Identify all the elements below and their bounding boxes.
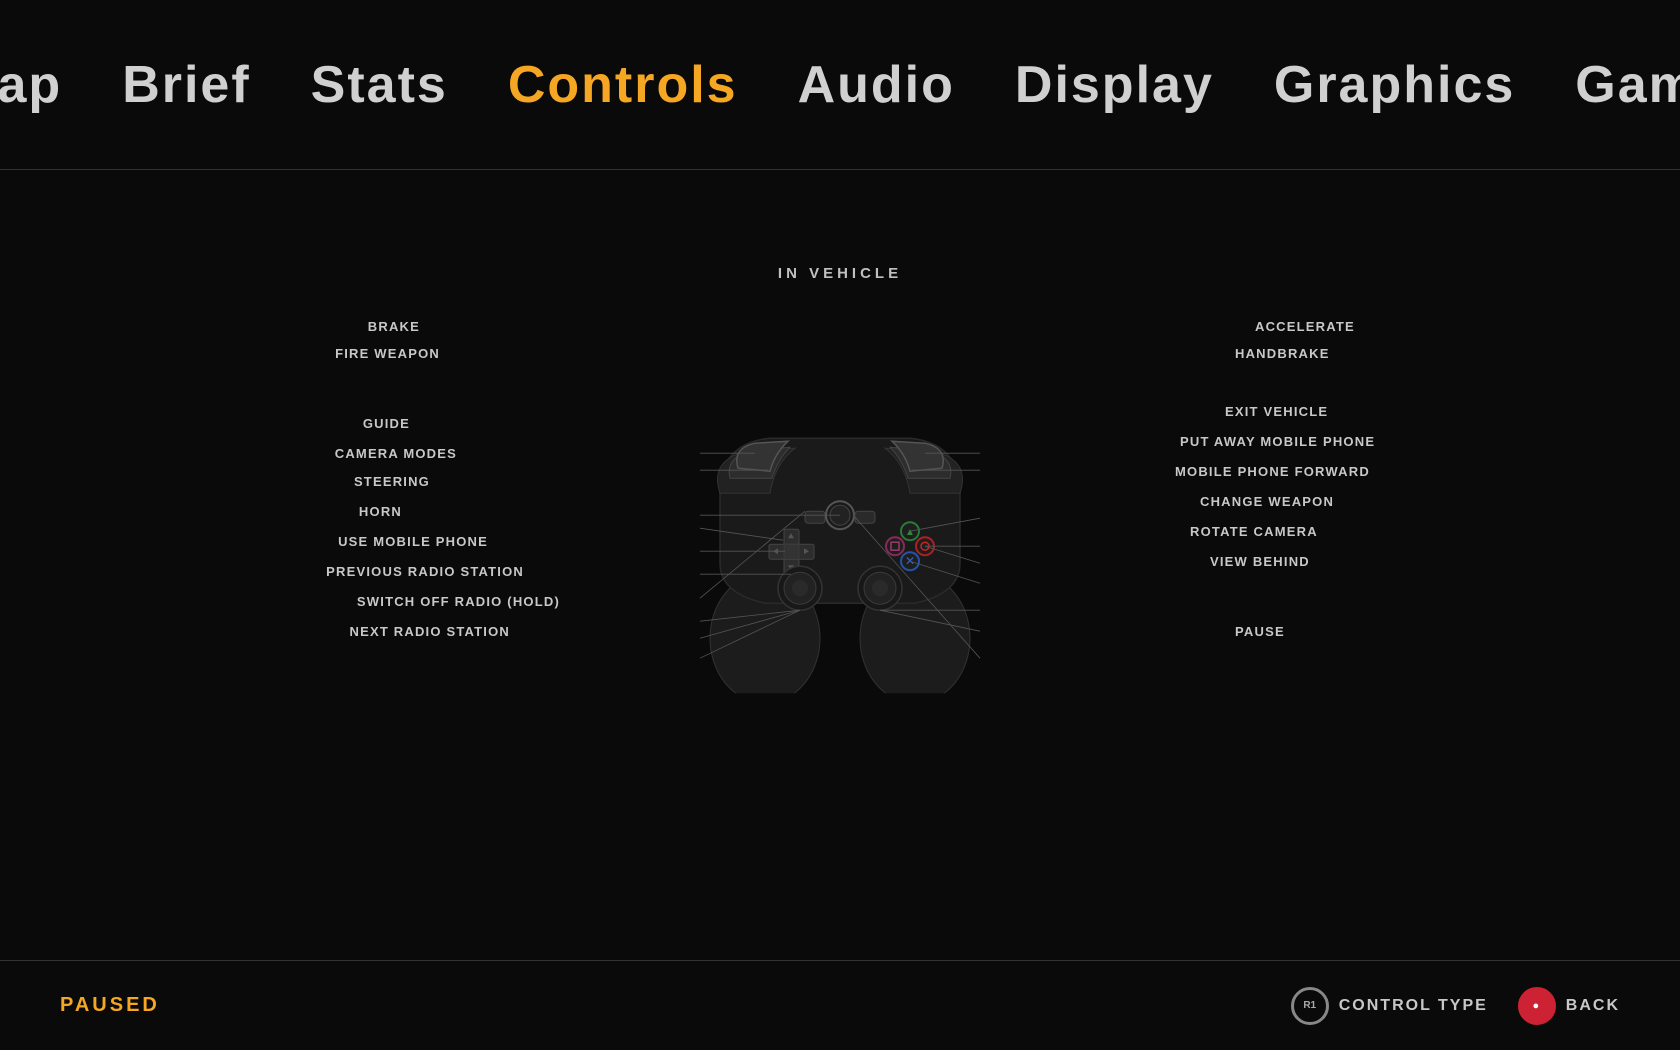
label-switch-off: SWITCH OFF RADIO (HOLD) xyxy=(357,593,560,611)
footer: PAUSED R1 CONTROL TYPE ● BACK xyxy=(0,960,1680,1050)
label-handbrake: HANDBRAKE xyxy=(1235,345,1330,363)
control-type-label: CONTROL TYPE xyxy=(1339,997,1488,1015)
label-mobile-fwd: MOBILE PHONE FORWARD xyxy=(1175,463,1370,481)
nav-graphics[interactable]: Graphics xyxy=(1274,55,1515,115)
label-fire-weapon: FIRE WEAPON xyxy=(335,345,440,363)
label-guide: GUIDE xyxy=(363,415,410,433)
nav-display[interactable]: Display xyxy=(1015,55,1214,115)
main-content: IN VEHICLE xyxy=(0,170,1680,860)
in-vehicle-title: IN VEHICLE xyxy=(778,265,902,282)
nav-bar: Map Brief Stats Controls Audio Display G… xyxy=(0,0,1680,170)
label-exit-vehicle: EXIT VEHICLE xyxy=(1225,403,1328,421)
nav-controls[interactable]: Controls xyxy=(508,55,738,115)
nav-stats[interactable]: Stats xyxy=(311,55,448,115)
nav-audio[interactable]: Audio xyxy=(798,55,955,115)
control-type-btn[interactable]: R1 CONTROL TYPE xyxy=(1291,987,1488,1025)
circle-icon: ● xyxy=(1518,987,1556,1025)
label-rotate-camera: ROTATE CAMERA xyxy=(1190,523,1318,541)
label-prev-radio: PREVIOUS RADIO STATION xyxy=(326,563,524,581)
r1-icon: R1 xyxy=(1291,987,1329,1025)
label-steering: STEERING xyxy=(354,473,430,491)
back-btn[interactable]: ● BACK xyxy=(1518,987,1620,1025)
label-pause: PAUSE xyxy=(1235,623,1285,641)
label-use-mobile: USE MOBILE PHONE xyxy=(338,533,488,551)
left-labels: BRAKE FIRE WEAPON GUIDE CAMERA MODES STE… xyxy=(290,255,710,775)
label-brake: BRAKE xyxy=(368,318,420,336)
footer-controls: R1 CONTROL TYPE ● BACK xyxy=(1291,987,1620,1025)
right-labels: ACCELERATE HANDBRAKE EXIT VEHICLE PUT AW… xyxy=(970,255,1390,775)
label-accelerate: ACCELERATE xyxy=(1255,318,1355,336)
nav-brief[interactable]: Brief xyxy=(122,55,250,115)
svg-text:▲: ▲ xyxy=(905,527,915,538)
label-camera-modes: CAMERA MODES xyxy=(335,445,457,463)
back-label: BACK xyxy=(1566,997,1620,1015)
label-view-behind: VIEW BEHIND xyxy=(1210,553,1310,571)
label-put-away: PUT AWAY MOBILE PHONE xyxy=(1180,433,1375,451)
label-next-radio: NEXT RADIO STATION xyxy=(349,623,510,641)
controller-diagram: IN VEHICLE xyxy=(290,255,1390,775)
nav-game[interactable]: Game xyxy=(1575,55,1680,115)
nav-map[interactable]: Map xyxy=(0,55,62,115)
label-horn: HORN xyxy=(359,503,402,521)
label-change-weapon: CHANGE WEAPON xyxy=(1200,493,1334,511)
paused-label: PAUSED xyxy=(60,994,160,1017)
